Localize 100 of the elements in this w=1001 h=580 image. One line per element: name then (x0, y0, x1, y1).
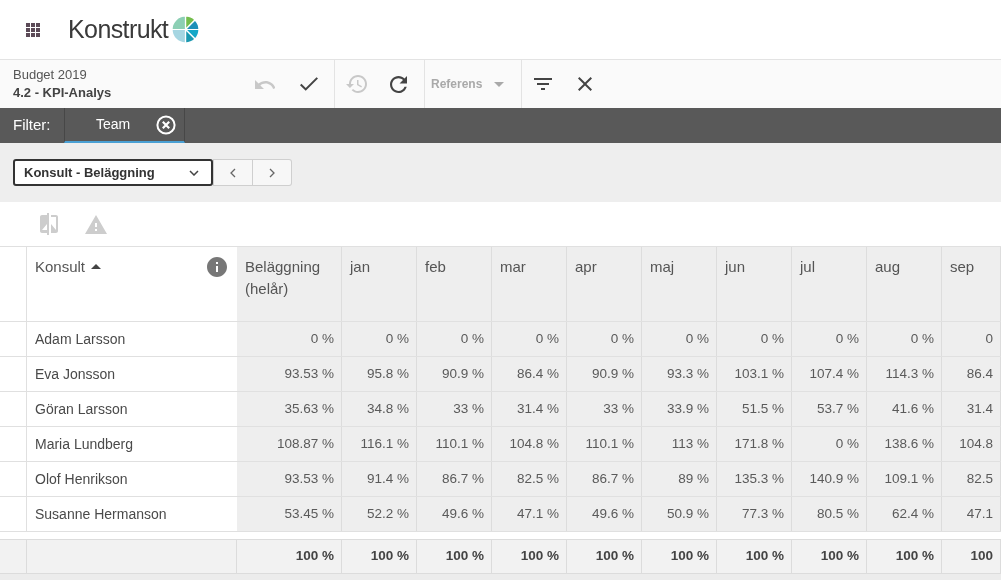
table-cell: 41.6 % (867, 392, 942, 426)
document-title: 4.2 - KPI-Analys (13, 84, 113, 102)
table-cell: 77.3 % (717, 497, 792, 531)
table-cell: 107.4 % (792, 357, 867, 391)
table-cell: 0 % (492, 322, 567, 356)
table-cell: 0 % (642, 322, 717, 356)
table-cell: 31.4 % (492, 392, 567, 426)
table-cell: 109.1 % (867, 462, 942, 496)
table-cell: 47.1 % (492, 497, 567, 531)
table-cell: 47.1 (942, 497, 1001, 531)
table-cell: 34.8 % (342, 392, 417, 426)
table-cell: 33.9 % (642, 392, 717, 426)
table-cell: 62.4 % (867, 497, 942, 531)
table-cell: 93.53 % (237, 462, 342, 496)
table-cell: 100 % (792, 540, 867, 573)
table-cell: 0 % (792, 322, 867, 356)
logo-text: Konstrukt (68, 17, 169, 42)
table-cell: 100 % (642, 540, 717, 573)
table-cell: 31.4 (942, 392, 1001, 426)
grid-menu-icon[interactable] (26, 22, 40, 37)
table-cell: 0 % (417, 322, 492, 356)
table-cell: 116.1 % (342, 427, 417, 461)
table-cell-text: Maria Lundberg (34, 434, 135, 454)
chevron-right-icon (269, 167, 275, 178)
table-cell-text: Olof Henrikson (34, 469, 129, 489)
table-cell: 108.87 % (237, 427, 342, 461)
table-cell: 91.4 % (342, 462, 417, 496)
refresh-icon (389, 75, 407, 93)
table-cell: 33 % (567, 392, 642, 426)
column-header[interactable]: feb (417, 247, 492, 321)
table-cell-text: Adam Larsson (34, 329, 127, 349)
table-cell: 89 % (642, 462, 717, 496)
column-header[interactable]: Beläggning (helår) (237, 247, 342, 321)
table-cell: 138.6 % (867, 427, 942, 461)
table-cell: 80.5 % (792, 497, 867, 531)
column-header[interactable]: jul (792, 247, 867, 321)
filter-label: Filter: (12, 115, 52, 136)
logo-icon (172, 16, 200, 43)
table-cell: 0 % (342, 322, 417, 356)
table-cell-text: Göran Larsson (34, 399, 129, 419)
table-cell: 100 % (237, 540, 342, 573)
table-cell: 110.1 % (417, 427, 492, 461)
table-cell: 171.8 % (717, 427, 792, 461)
column-header[interactable]: jun (717, 247, 792, 321)
table-cell: 50.9 % (642, 497, 717, 531)
remove-filter-icon[interactable] (156, 114, 176, 135)
table-cell: 93.3 % (642, 357, 717, 391)
history-icon (345, 75, 367, 93)
undo-icon (255, 79, 275, 89)
view-dropdown[interactable]: Konsult - Beläggning (13, 159, 213, 186)
column-header[interactable]: aug (867, 247, 942, 321)
table-cell: 140.9 % (792, 462, 867, 496)
filter-icon (534, 78, 552, 90)
table-cell: 49.6 % (567, 497, 642, 531)
table-cell: 86.4 (942, 357, 1001, 391)
table-cell-text: Susanne Hermanson (34, 504, 168, 524)
column-header[interactable]: mar (492, 247, 567, 321)
table-cell: 0 (942, 322, 1001, 356)
table-cell: 100 % (342, 540, 417, 573)
table-cell: 0 % (717, 322, 792, 356)
table-cell: 52.2 % (342, 497, 417, 531)
table-cell: 93.53 % (237, 357, 342, 391)
table-cell: 114.3 % (867, 357, 942, 391)
table-cell: 49.6 % (417, 497, 492, 531)
table-cell: 104.8 (942, 427, 1001, 461)
column-header[interactable]: sep (942, 247, 1001, 321)
table-cell: 90.9 % (567, 357, 642, 391)
table-cell: 100 % (717, 540, 792, 573)
table-cell: 95.8 % (342, 357, 417, 391)
table-cell: 35.63 % (237, 392, 342, 426)
table-cell: 103.1 % (717, 357, 792, 391)
table-cell: 104.8 % (492, 427, 567, 461)
close-icon (578, 77, 592, 91)
table-cell-text: Eva Jonsson (34, 364, 117, 384)
caret-down-icon (494, 81, 505, 87)
table-cell: 100 % (867, 540, 942, 573)
check-icon (300, 77, 318, 91)
filter-tab[interactable]: Team (64, 108, 185, 143)
table-cell: 53.7 % (792, 392, 867, 426)
table-cell: 82.5 (942, 462, 1001, 496)
table-cell: 0 % (867, 322, 942, 356)
document-subtitle: Budget 2019 (13, 66, 88, 84)
table-cell: 100 % (492, 540, 567, 573)
chevron-down-icon (189, 169, 199, 176)
table-cell: 110.1 % (567, 427, 642, 461)
info-icon[interactable] (207, 257, 227, 277)
table-cell: 86.4 % (492, 357, 567, 391)
table-cell: 86.7 % (567, 462, 642, 496)
table-cell: 51.5 % (717, 392, 792, 426)
chevron-left-icon (230, 167, 236, 178)
table-cell: 82.5 % (492, 462, 567, 496)
column-header[interactable]: jan (342, 247, 417, 321)
table-cell: 33 % (417, 392, 492, 426)
column-header[interactable]: maj (642, 247, 717, 321)
table-cell: 86.7 % (417, 462, 492, 496)
column-header[interactable]: apr (567, 247, 642, 321)
table-cell: 100 % (417, 540, 492, 573)
table-cell: 0 % (792, 427, 867, 461)
table-cell: 90.9 % (417, 357, 492, 391)
table-cell: 100 % (567, 540, 642, 573)
